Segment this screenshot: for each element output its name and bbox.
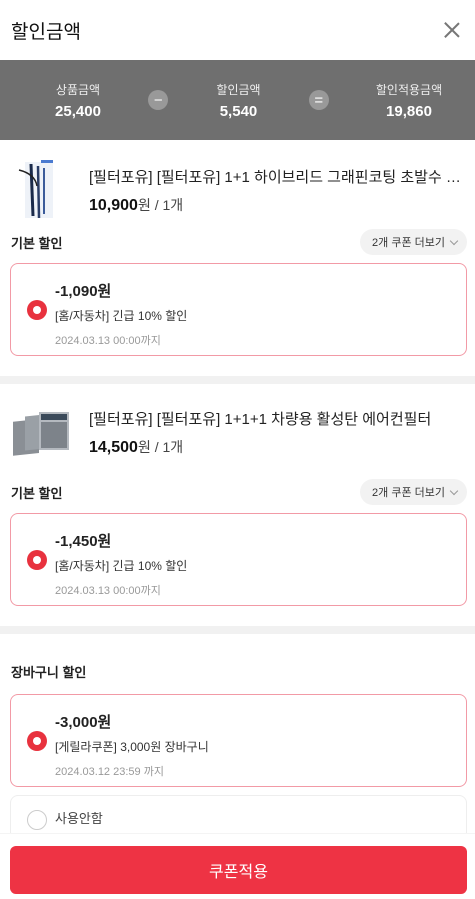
radio-empty-icon[interactable] [27,810,47,830]
coupon-amount: -1,450원 [55,533,112,550]
coupon-expiry: 2024.03.12 23:59 까지 [55,766,164,778]
chevron-down-icon [449,236,459,245]
chevron-down-icon [449,486,459,495]
basic-discount-header: 기본 할인 2개 쿠폰 더보기 [0,227,475,257]
footer-bar: 쿠폰적용 [0,833,475,899]
coupon-option-selected[interactable]: -1,450원 [홈/자동차] 긴급 10% 할인 2024.03.13 00:… [10,513,467,606]
more-coupons-button[interactable]: 2개 쿠폰 더보기 [360,229,467,255]
product-amount: 상품금액 25,400 [48,81,108,120]
final-amount: 할인적용금액 19,860 [369,81,449,120]
radio-selected-icon[interactable] [27,300,47,320]
more-coupons-label: 2개 쿠폰 더보기 [372,487,445,499]
section-divider [0,626,475,634]
product-item: [필터포유] [필터포유] 1+1 하이브리드 그래핀코팅 초발수 와이퍼 10… [0,140,475,226]
minus-icon: − [148,90,169,110]
wiper-product-image [11,156,69,220]
equals-icon: = [308,90,329,110]
more-coupons-label: 2개 쿠폰 더보기 [372,237,445,249]
product-item: [필터포유] [필터포유] 1+1+1 차량용 활성탄 에어컨필터 14,500… [0,384,475,484]
product-amount-label: 상품금액 [55,82,101,97]
filter-product-image [11,408,69,464]
no-coupon-label: 사용안함 [55,811,103,826]
discount-amount-value: 5,540 [219,102,258,120]
close-icon[interactable] [441,19,463,41]
final-amount-value: 19,860 [386,102,432,120]
product-price: 10,900원 / 1개 [89,195,464,215]
coupon-expiry: 2024.03.13 00:00까지 [55,335,161,347]
price-suffix: 원 / 1개 [137,197,184,213]
modal-title: 할인금액 [11,21,81,43]
price-suffix: 원 / 1개 [137,439,184,455]
discount-amount-label: 할인금액 [216,82,261,97]
product-price: 14,500원 / 1개 [89,437,464,457]
product-amount-value: 25,400 [55,102,101,120]
more-coupons-button[interactable]: 2개 쿠폰 더보기 [360,479,467,505]
apply-coupon-button[interactable]: 쿠폰적용 [10,846,467,894]
coupon-amount: -1,090원 [55,283,112,300]
final-amount-label: 할인적용금액 [375,82,443,97]
coupon-amount: -3,000원 [55,714,112,731]
section-divider [0,376,475,384]
section-title: 기본 할인 [11,235,63,251]
product-name[interactable]: [필터포유] [필터포유] 1+1 하이브리드 그래핀코팅 초발수 와이퍼 [89,166,464,187]
coupon-description: [게릴라쿠폰] 3,000원 장바구니 [55,740,209,754]
coupon-description: [홈/자동차] 긴급 10% 할인 [55,559,188,573]
price-value: 10,900 [89,197,138,214]
price-value: 14,500 [89,439,138,456]
section-title: 기본 할인 [11,485,63,501]
cart-coupon-option-selected[interactable]: -3,000원 [게릴라쿠폰] 3,000원 장바구니 2024.03.12 2… [10,694,467,787]
coupon-expiry: 2024.03.13 00:00까지 [55,585,161,597]
cart-discount-header: 장바구니 할인 [0,656,475,686]
radio-selected-icon[interactable] [27,550,47,570]
product-name[interactable]: [필터포유] [필터포유] 1+1+1 차량용 활성탄 에어컨필터 [89,408,464,429]
coupon-description: [홈/자동차] 긴급 10% 할인 [55,309,188,323]
coupon-option-selected[interactable]: -1,090원 [홈/자동차] 긴급 10% 할인 2024.03.13 00:… [10,263,467,356]
price-summary: 상품금액 25,400 − 할인금액 5,540 = 할인적용금액 19,860 [0,60,475,140]
modal-header: 할인금액 [0,0,475,60]
radio-selected-icon[interactable] [27,731,47,751]
discount-amount: 할인금액 5,540 [209,81,269,120]
section-title: 장바구니 할인 [11,664,87,680]
